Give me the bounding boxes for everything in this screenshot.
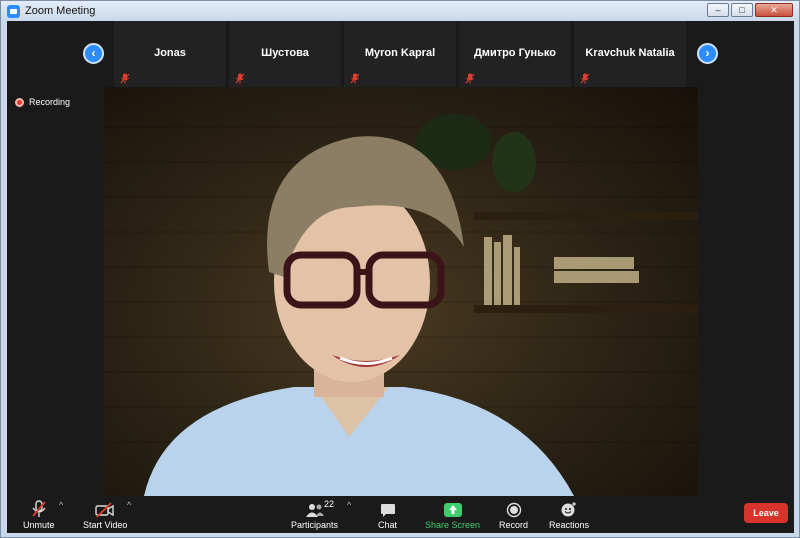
zoom-window: Zoom Meeting – □ ✕ ‹ Jonas Шустова Myron… <box>0 0 800 538</box>
title-bar: Zoom Meeting – □ ✕ <box>1 1 799 21</box>
unmute-button[interactable]: Unmute <box>23 498 55 530</box>
zoom-logo-icon <box>7 4 20 18</box>
share-screen-label: Share Screen <box>425 520 481 530</box>
maximize-button[interactable]: □ <box>731 3 753 17</box>
microphone-muted-icon <box>580 73 590 84</box>
meeting-toolbar: Unmute ^ Start Video ^ Participants 22 ^… <box>7 496 794 533</box>
next-page-button[interactable]: › <box>697 43 718 64</box>
chat-bubble-icon <box>380 504 395 517</box>
microphone-muted-icon <box>120 73 130 84</box>
reactions-button[interactable]: Reactions <box>549 498 589 530</box>
participant-name: Шустова <box>261 47 309 59</box>
chat-button[interactable]: Chat <box>378 498 397 530</box>
microphone-muted-icon <box>235 73 245 84</box>
participant-tile[interactable]: Дмитро Гунько <box>459 21 571 87</box>
reactions-label: Reactions <box>549 520 590 530</box>
recording-indicator: Recording <box>15 97 70 107</box>
share-screen-button[interactable]: Share Screen <box>425 498 480 530</box>
participant-tile[interactable]: Kravchuk Natalia <box>574 21 686 87</box>
participant-name: Дмитро Гунько <box>473 47 557 59</box>
chat-label: Chat <box>378 520 398 530</box>
record-button[interactable]: Record <box>499 498 528 530</box>
participant-tile[interactable]: Шустова <box>229 21 341 87</box>
leave-button[interactable]: Leave <box>744 503 788 523</box>
participants-count: 22 <box>324 499 335 509</box>
recording-label: Recording <box>29 97 71 107</box>
record-circle-icon <box>506 502 521 518</box>
record-dot-icon <box>15 97 24 107</box>
share-screen-arrow-icon <box>443 503 462 517</box>
minimize-button[interactable]: – <box>707 3 729 17</box>
window-controls: – □ ✕ <box>707 3 793 17</box>
people-icon <box>305 504 324 517</box>
record-label: Record <box>499 520 529 530</box>
audio-options-caret[interactable]: ^ <box>59 500 63 510</box>
previous-page-button[interactable]: ‹ <box>83 43 104 64</box>
close-button[interactable]: ✕ <box>755 3 793 17</box>
microphone-muted-icon <box>465 73 475 84</box>
speaker-video-frame <box>104 114 698 496</box>
microphone-muted-icon <box>350 73 360 84</box>
start-video-label: Start Video <box>83 520 128 530</box>
unmute-label: Unmute <box>23 520 55 530</box>
participant-name: Kravchuk Natalia <box>585 47 675 59</box>
video-options-caret[interactable]: ^ <box>127 500 131 510</box>
start-video-button[interactable]: Start Video <box>83 498 127 530</box>
participant-tile[interactable]: Jonas <box>114 21 226 87</box>
window-title: Zoom Meeting <box>25 5 96 17</box>
meeting-area: ‹ Jonas Шустова Myron Kapral Дмитро Гунь… <box>7 21 794 533</box>
participant-name: Myron Kapral <box>364 47 436 59</box>
smiley-plus-icon <box>561 502 577 517</box>
participant-name: Jonas <box>154 47 186 59</box>
participants-label: Participants <box>291 520 339 530</box>
participant-tile[interactable]: Myron Kapral <box>344 21 456 87</box>
participants-options-caret[interactable]: ^ <box>347 500 351 510</box>
participant-strip: ‹ Jonas Шустова Myron Kapral Дмитро Гунь… <box>7 21 794 87</box>
active-speaker-video <box>104 87 698 496</box>
microphone-muted-icon <box>32 500 46 517</box>
video-off-icon <box>95 502 114 518</box>
